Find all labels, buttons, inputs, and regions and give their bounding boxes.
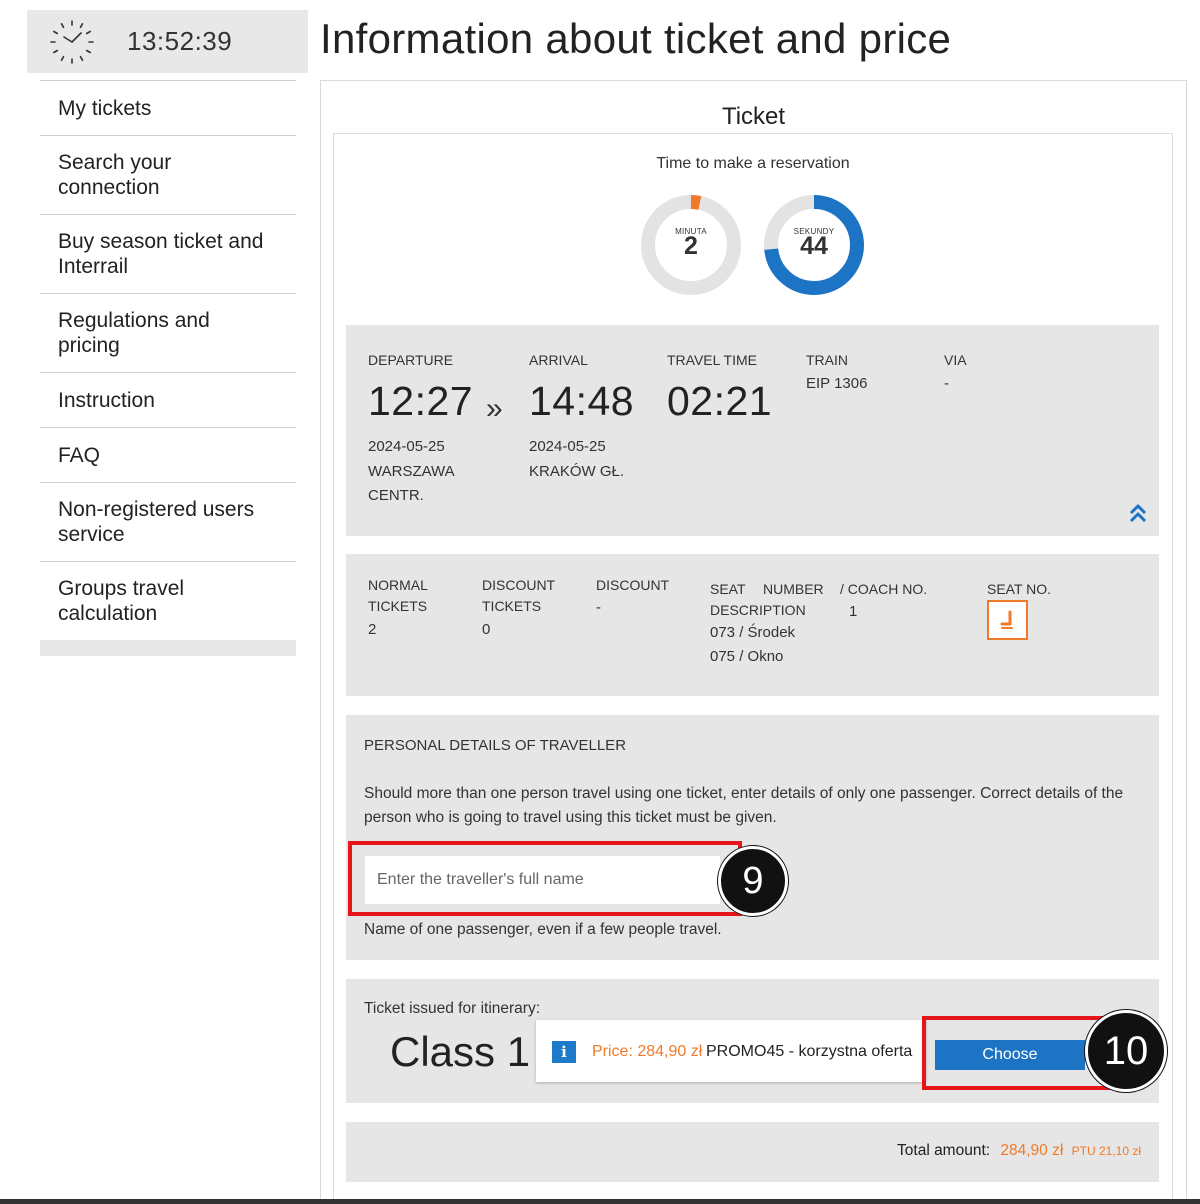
discount-tickets-label: DISCOUNT: [482, 577, 556, 593]
clock-time: 13:52:39: [127, 26, 233, 56]
discount-tickets-value: 0: [482, 621, 491, 638]
total-label: Total amount:: [897, 1142, 991, 1159]
arrival-station: KRAKÓW GŁ.: [529, 463, 625, 480]
sidebar-item-label: My tickets: [58, 96, 152, 120]
train-number: EIP 1306: [806, 375, 868, 392]
sidebar-item-label: Groups travel calculation: [58, 577, 185, 625]
sidebar-item-search-connection[interactable]: Search your connection: [40, 135, 296, 214]
travel-time: 02:21: [667, 378, 773, 424]
sidebar-item-label: Buy season ticket and Interrail: [58, 230, 264, 278]
sidebar-item-regulations[interactable]: Regulations and pricing: [40, 293, 296, 372]
seat-1: 073 / Środek: [710, 624, 796, 641]
sidebar-item-non-registered[interactable]: Non-registered users service: [40, 482, 296, 561]
price-label: Price: 284,90 zł: [592, 1043, 703, 1060]
discount-tickets-label-2: TICKETS: [482, 598, 542, 614]
coach-value: 1: [849, 603, 858, 620]
departure-station: WARSZAWA: [368, 463, 455, 480]
minutes-timer: MINUTA 2: [640, 194, 742, 296]
sidebar-item-season-ticket[interactable]: Buy season ticket and Interrail: [40, 214, 296, 293]
arrival-date: 2024-05-25: [529, 438, 606, 455]
highlight-frame-name: [348, 841, 742, 916]
normal-tickets-label-2: TICKETS: [368, 598, 428, 614]
seconds-timer: SEKUNDY 44: [763, 194, 865, 296]
personal-details: PERSONAL DETAILS OF TRAVELLER Should mor…: [346, 715, 1159, 960]
highlight-frame-choose: [922, 1016, 1112, 1090]
window-bottom-border: [0, 1199, 1200, 1204]
departure-time: 12:27: [368, 378, 474, 424]
seconds-value: 44: [800, 232, 828, 260]
info-icon[interactable]: i: [552, 1041, 576, 1063]
departure-station-line2: CENTR.: [368, 487, 424, 504]
ticket-counts: NORMAL TICKETS 2 DISCOUNT TICKETS 0 DISC…: [346, 554, 1159, 696]
sidebar-item-label: Regulations and pricing: [58, 309, 210, 357]
seat-map-icon[interactable]: [987, 600, 1028, 640]
sidebar-item-groups-travel[interactable]: Groups travel calculation: [40, 561, 296, 640]
page-title: Information about ticket and price: [320, 15, 952, 62]
price-option: i Price: 284,90 zł PROMO45 - korzystna o…: [536, 1020, 926, 1082]
total-amount: 284,90 zł: [1000, 1142, 1064, 1159]
sidebar-item-label: Search your connection: [58, 151, 172, 199]
departure-label: DEPARTURE: [368, 352, 454, 368]
discount-value: -: [596, 599, 601, 616]
sidebar-item-faq[interactable]: FAQ: [40, 427, 296, 482]
collapse-chevron-icon[interactable]: [1127, 502, 1149, 524]
total-line: Total amount: 284,90 zł PTU 21,10 zł: [897, 1142, 1141, 1160]
itinerary-label: Ticket issued for itinerary:: [364, 1000, 541, 1017]
train-label: TRAIN: [806, 352, 848, 368]
sidebar-item-label: FAQ: [58, 443, 101, 467]
normal-tickets-label: NORMAL: [368, 577, 428, 593]
seat-number-label: NUMBER: [763, 581, 824, 597]
discount-label: DISCOUNT: [596, 577, 670, 593]
sidebar-footer: [40, 640, 296, 656]
step-badge-10: 10: [1085, 1010, 1167, 1092]
arrival-label: ARRIVAL: [529, 352, 588, 368]
minutes-value: 2: [684, 232, 698, 260]
seat-description-label: DESCRIPTION: [710, 602, 806, 618]
sidebar-item-label: Instruction: [58, 388, 155, 412]
total-box: Total amount: 284,90 zł PTU 21,10 zł: [346, 1122, 1159, 1182]
sidebar-nav: My tickets Search your connection Buy se…: [40, 80, 296, 656]
departure-date: 2024-05-25: [368, 438, 445, 455]
arrival-time: 14:48: [529, 378, 635, 424]
seat-no-label: SEAT NO.: [987, 581, 1052, 597]
coach-label: / COACH NO.: [840, 581, 928, 597]
offer-name: PROMO45 - korzystna oferta: [706, 1043, 913, 1060]
personal-details-description: Should more than one person travel using…: [364, 785, 1124, 826]
seat-2: 075 / Okno: [710, 648, 784, 665]
seat-label: SEAT: [710, 581, 746, 597]
journey-details: DEPARTURE 12:27 2024-05-25 WARSZAWA CENT…: [346, 325, 1159, 536]
total-vat: PTU 21,10 zł: [1071, 1144, 1141, 1158]
travel-time-label: TRAVEL TIME: [667, 352, 757, 368]
name-hint: Name of one passenger, even if a few peo…: [364, 921, 722, 938]
route-separator: »: [486, 392, 503, 425]
via-value: -: [944, 375, 949, 392]
clock-icon: [50, 19, 94, 64]
ticket-heading: Ticket: [721, 103, 786, 130]
sidebar-item-my-tickets[interactable]: My tickets: [40, 80, 296, 135]
timer-label: Time to make a reservation: [656, 155, 850, 172]
sidebar-item-instruction[interactable]: Instruction: [40, 372, 296, 427]
via-label: VIA: [944, 352, 967, 368]
class-label: Class 1: [390, 1028, 531, 1075]
sidebar-item-label: Non-registered users service: [58, 498, 255, 546]
clock-widget: 13:52:39: [27, 10, 308, 73]
normal-tickets-value: 2: [368, 621, 377, 638]
personal-details-heading: PERSONAL DETAILS OF TRAVELLER: [364, 737, 627, 754]
step-badge-9: 9: [718, 846, 788, 916]
